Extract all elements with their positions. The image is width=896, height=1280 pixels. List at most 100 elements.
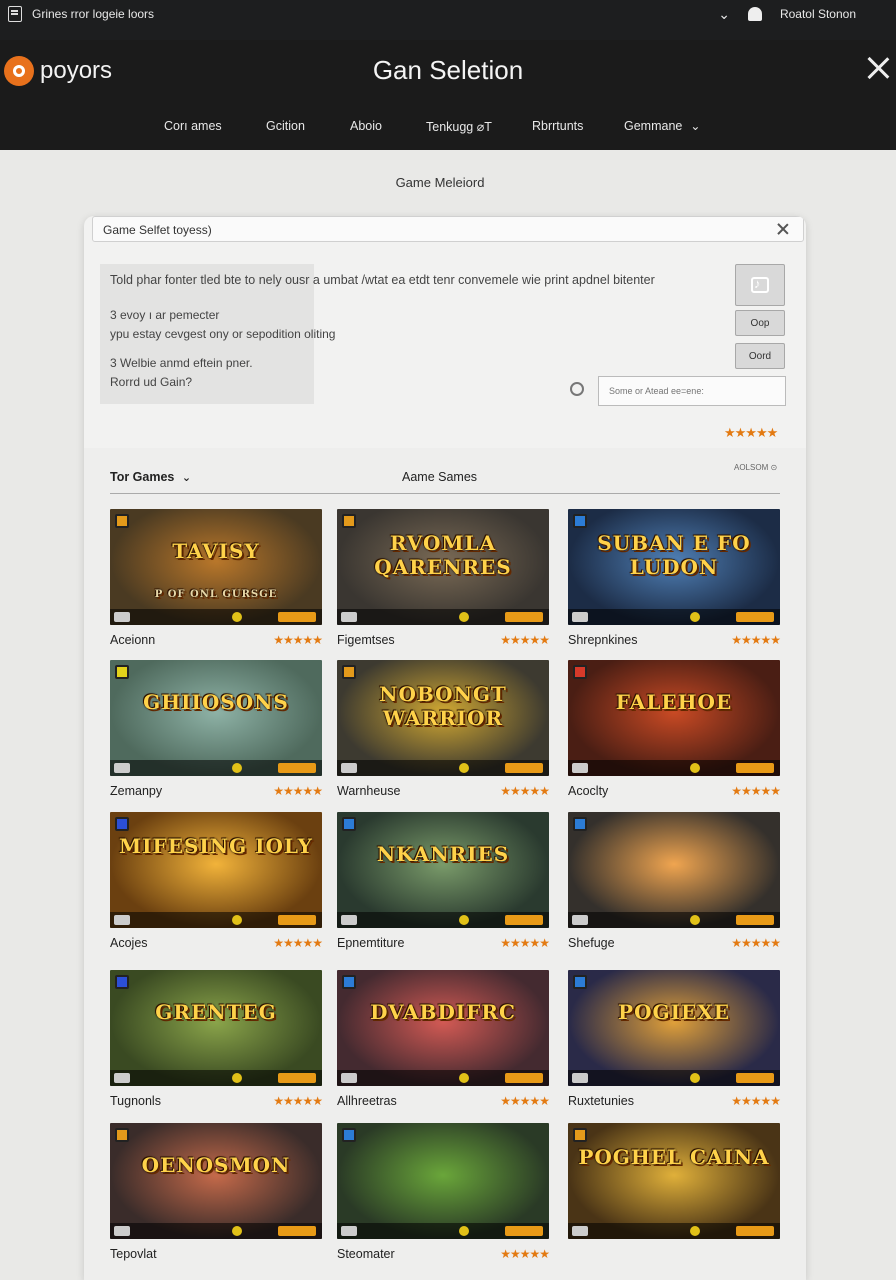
play-button[interactable]	[278, 612, 316, 622]
dialog-close-icon[interactable]	[777, 223, 789, 235]
play-button[interactable]	[505, 1226, 543, 1236]
game-name: Figemtses	[337, 633, 395, 647]
tab-all-games[interactable]: Aame Sames	[402, 470, 477, 484]
game-thumbnail[interactable]: RVOMLA QARENRES	[337, 509, 549, 625]
game-art-title: FALEHOE	[615, 690, 733, 714]
dialog-title: Game Selfet toyess)	[103, 223, 212, 237]
game-card[interactable]: Shefuge ★★★★★	[568, 812, 781, 950]
game-thumbnail[interactable]: OENOSMON	[110, 1123, 322, 1239]
game-art-title: POGHEL CAINA	[578, 1145, 770, 1169]
game-card[interactable]: NKANRIES Epnemtiture ★★★★★	[337, 812, 550, 950]
game-rating: ★★★★★	[500, 784, 550, 798]
game-art-title: TAVISY	[172, 539, 260, 563]
game-card[interactable]: DVABDIFRC Allhreetras ★★★★★	[337, 970, 550, 1108]
play-button[interactable]	[505, 915, 543, 925]
game-card[interactable]: OENOSMON Tepovlat	[110, 1123, 322, 1261]
game-card[interactable]: POGIEXE Ruxtetunies ★★★★★	[568, 970, 781, 1108]
nav-item-label: Gcition	[266, 119, 305, 133]
play-button[interactable]	[736, 1073, 774, 1083]
game-name: Acoclty	[568, 784, 609, 798]
nav-item-5[interactable]: Gemmane ⌄	[624, 119, 700, 133]
game-badge-icon	[342, 514, 356, 528]
coin-icon	[232, 915, 242, 925]
game-badge-icon	[573, 514, 587, 528]
tab-top-games[interactable]: Tor Games ⌄	[110, 470, 191, 484]
game-card[interactable]: POGHEL CAINA	[568, 1123, 780, 1239]
game-card[interactable]: Steomater ★★★★★	[337, 1123, 550, 1261]
search-input[interactable]	[598, 376, 786, 406]
option-radio[interactable]	[570, 382, 584, 396]
system-title: Grines rror logeie loors	[32, 7, 155, 21]
game-thumbnail[interactable]: NKANRIES	[337, 812, 549, 928]
game-badge-icon	[342, 665, 356, 679]
play-button[interactable]	[278, 1226, 316, 1236]
game-thumbnail[interactable]: TAVISY P OF ONL GURSGE	[110, 509, 322, 625]
see-all-link[interactable]: AOLSOM ⊙	[734, 463, 777, 472]
game-badge-icon	[342, 975, 356, 989]
coin-icon	[459, 915, 469, 925]
platform-icon	[572, 612, 588, 622]
game-name: Allhreetras	[337, 1094, 397, 1108]
game-thumbnail[interactable]: POGHEL CAINA	[568, 1123, 780, 1239]
play-button[interactable]	[505, 612, 543, 622]
play-button[interactable]	[736, 612, 774, 622]
game-badge-icon	[342, 1128, 356, 1142]
nav-item-4[interactable]: Rbrrtunts	[532, 119, 583, 133]
game-art-title: SUBAN E FO LUDON	[597, 531, 751, 579]
nav-item-2[interactable]: Aboio	[350, 119, 382, 133]
game-name: Epnemtiture	[337, 936, 405, 950]
chevron-down-icon: ⌄	[181, 472, 192, 484]
play-button[interactable]	[278, 1073, 316, 1083]
game-thumbnail[interactable]: FALEHOE	[568, 660, 780, 776]
play-button[interactable]	[278, 763, 316, 773]
game-thumbnail[interactable]: GRENTEG	[110, 970, 322, 1086]
game-selection-dialog: Game Selfet toyess) Told phar fonter tle…	[84, 216, 806, 1280]
game-thumbnail[interactable]: MIFESING IOLY	[110, 812, 322, 928]
game-card[interactable]: GHIIOSONS Zemanpy ★★★★★	[110, 660, 323, 798]
game-thumbnail[interactable]: DVABDIFRC	[337, 970, 549, 1086]
game-card[interactable]: MIFESING IOLY Acojes ★★★★★	[110, 812, 323, 950]
game-card[interactable]: NOBONGT WARRIOR Warnheuse ★★★★★	[337, 660, 550, 798]
play-button[interactable]	[736, 1226, 774, 1236]
platform-icon	[572, 1073, 588, 1083]
coin-icon	[690, 915, 700, 925]
dialog-intro: Told phar fonter tled bte to nely ousr a…	[110, 273, 655, 287]
section-divider	[110, 493, 780, 494]
play-button[interactable]	[505, 763, 543, 773]
chevron-down-icon[interactable]: ⌄	[718, 6, 730, 23]
coin-icon	[232, 1226, 242, 1236]
page-subtitle: Game Meleiord	[395, 175, 485, 190]
game-thumbnail[interactable]: NOBONGT WARRIOR	[337, 660, 549, 776]
close-icon[interactable]	[866, 56, 890, 80]
game-name: Tepovlat	[110, 1247, 157, 1261]
game-art-title: MIFESING IOLY	[119, 834, 313, 858]
first-button[interactable]: Oop	[735, 310, 785, 336]
music-button[interactable]	[735, 264, 785, 306]
nav-item-3[interactable]: Tenkugg ⌀T	[426, 119, 492, 134]
game-thumbnail[interactable]	[568, 812, 780, 928]
game-card[interactable]: SUBAN E FO LUDON Shrepnkines ★★★★★	[568, 509, 781, 647]
platform-icon	[114, 1226, 130, 1236]
game-card[interactable]: FALEHOE Acoclty ★★★★★	[568, 660, 781, 798]
overall-rating: ★★★★★	[724, 425, 778, 440]
second-button[interactable]: Oord	[735, 343, 785, 369]
game-thumbnail[interactable]: GHIIOSONS	[110, 660, 322, 776]
nav-item-1[interactable]: Gcition	[266, 119, 305, 133]
game-badge-icon	[115, 665, 129, 679]
game-thumbnail[interactable]: SUBAN E FO LUDON	[568, 509, 780, 625]
game-badge-icon	[573, 665, 587, 679]
play-button[interactable]	[736, 915, 774, 925]
game-card[interactable]: RVOMLA QARENRES Figemtses ★★★★★	[337, 509, 550, 647]
game-thumbnail[interactable]	[337, 1123, 549, 1239]
bell-icon[interactable]	[747, 7, 762, 21]
game-card[interactable]: TAVISY P OF ONL GURSGE Aceionn ★★★★★	[110, 509, 323, 647]
game-thumbnail[interactable]: POGIEXE	[568, 970, 780, 1086]
play-button[interactable]	[736, 763, 774, 773]
play-button[interactable]	[278, 915, 316, 925]
nav-item-0[interactable]: Corı ames	[164, 119, 222, 133]
game-badge-icon	[115, 975, 129, 989]
nav-item-label: Aboio	[350, 119, 382, 133]
game-card[interactable]: GRENTEG Tugnonls ★★★★★	[110, 970, 323, 1108]
platform-icon	[114, 915, 130, 925]
play-button[interactable]	[505, 1073, 543, 1083]
